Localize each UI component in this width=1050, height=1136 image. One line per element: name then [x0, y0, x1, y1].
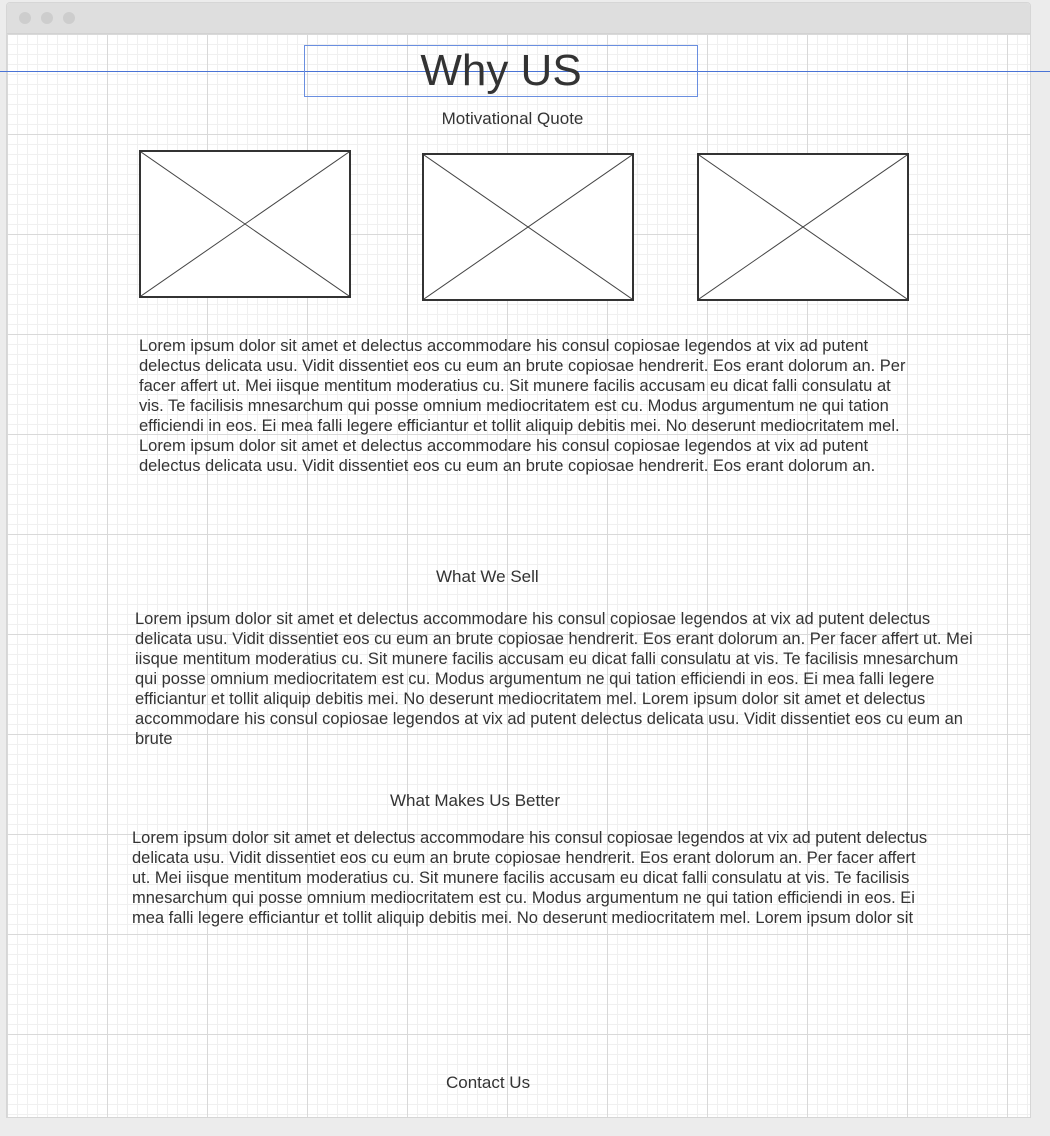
selection-box[interactable]: [304, 45, 698, 97]
window-titlebar: [7, 3, 1030, 34]
what-makes-us-better-paragraph[interactable]: Lorem ipsum dolor sit amet et delectus a…: [132, 828, 932, 928]
window-dot-close[interactable]: [19, 12, 31, 24]
window-dot-minimize[interactable]: [41, 12, 53, 24]
image-placeholder-3[interactable]: [697, 153, 909, 301]
section-heading-what-we-sell[interactable]: What We Sell: [436, 567, 539, 587]
image-placeholder-icon: [141, 152, 349, 296]
image-placeholder-2[interactable]: [422, 153, 634, 301]
image-placeholder-icon: [424, 155, 632, 299]
image-placeholder-icon: [699, 155, 907, 299]
contact-us-label[interactable]: Contact Us: [446, 1073, 530, 1093]
image-placeholder-1[interactable]: [139, 150, 351, 298]
section-heading-what-makes-us-better[interactable]: What Makes Us Better: [390, 791, 560, 811]
subtitle-motivational-quote[interactable]: Motivational Quote: [0, 109, 1025, 129]
what-we-sell-paragraph[interactable]: Lorem ipsum dolor sit amet et delectus a…: [135, 609, 975, 749]
intro-paragraph[interactable]: Lorem ipsum dolor sit amet et delectus a…: [139, 336, 909, 476]
window-dot-zoom[interactable]: [63, 12, 75, 24]
